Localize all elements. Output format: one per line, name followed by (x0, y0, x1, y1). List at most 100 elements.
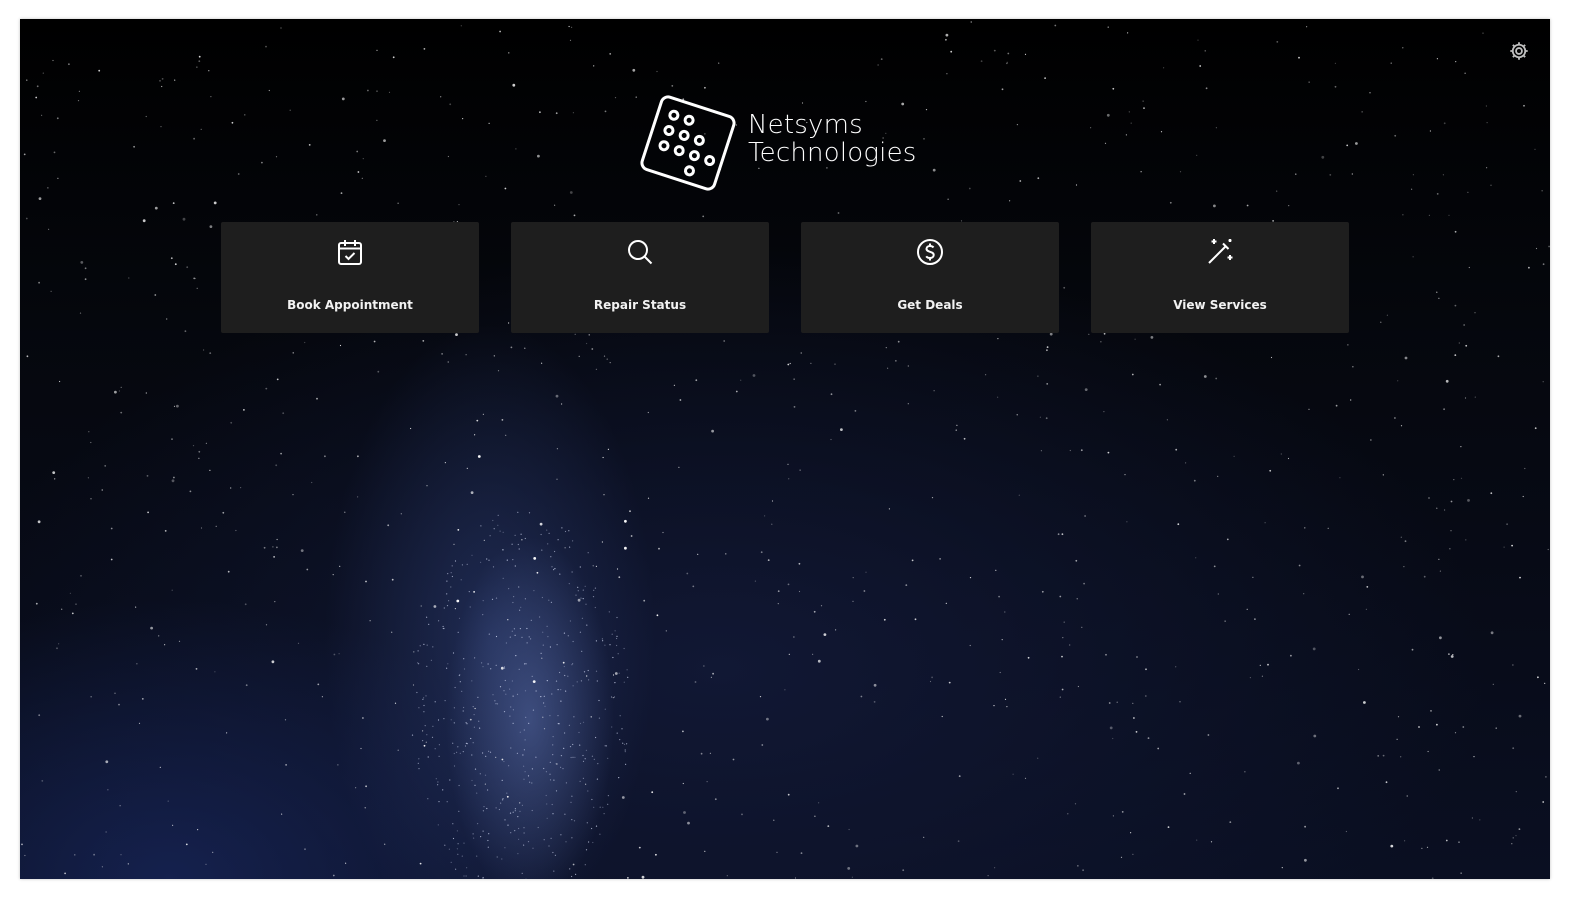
star (787, 463, 789, 465)
star (1503, 546, 1505, 548)
star (577, 598, 581, 602)
star (1541, 190, 1543, 192)
gear-icon[interactable] (1508, 40, 1530, 62)
star (36, 85, 39, 88)
star (599, 833, 601, 835)
repair-status-button[interactable]: Repair Status (511, 222, 769, 333)
star (1448, 653, 1450, 655)
star (35, 96, 38, 99)
star (1128, 111, 1130, 113)
star (531, 782, 533, 784)
star (503, 690, 505, 692)
star (77, 100, 80, 102)
star (1348, 613, 1350, 615)
star (593, 758, 595, 761)
star (56, 117, 59, 120)
star (174, 263, 177, 266)
star (173, 476, 175, 479)
star (1548, 245, 1550, 248)
star (709, 752, 712, 754)
star (369, 620, 371, 622)
star (344, 511, 346, 513)
view-services-button[interactable]: View Services (1091, 222, 1349, 333)
star (466, 743, 468, 745)
star (533, 557, 537, 560)
star (679, 399, 682, 401)
star (68, 63, 70, 66)
star (508, 52, 510, 54)
star (1061, 655, 1063, 658)
star (571, 795, 573, 797)
star (503, 760, 505, 763)
star (373, 340, 376, 343)
star (497, 514, 499, 516)
star (519, 810, 521, 813)
star (813, 610, 816, 613)
star (568, 25, 570, 28)
star (171, 438, 173, 440)
star (555, 394, 559, 398)
star (1041, 590, 1044, 593)
star (560, 766, 562, 768)
star (276, 378, 279, 381)
star (38, 281, 40, 284)
star (434, 748, 436, 750)
star (174, 79, 176, 81)
star (759, 696, 762, 698)
star (182, 217, 186, 221)
star (561, 403, 563, 405)
star (635, 96, 637, 98)
star (487, 789, 489, 791)
star (794, 877, 797, 879)
star (1361, 111, 1363, 113)
star (877, 64, 879, 66)
star (341, 97, 345, 101)
star (87, 477, 89, 479)
star (958, 775, 961, 777)
star (214, 671, 216, 673)
star (511, 543, 513, 545)
repair-status-label: Repair Status (593, 298, 687, 312)
star (90, 696, 92, 698)
star (504, 187, 507, 190)
star (1298, 56, 1300, 59)
star (1213, 204, 1216, 208)
star (632, 68, 636, 72)
star (598, 699, 600, 702)
star (483, 539, 485, 542)
star (616, 644, 618, 647)
star (1450, 500, 1453, 503)
star (127, 863, 129, 865)
star (1418, 726, 1420, 728)
star (455, 333, 458, 336)
star (524, 537, 526, 540)
star (422, 340, 425, 342)
star (423, 744, 426, 747)
star (1534, 148, 1536, 150)
star (231, 121, 234, 124)
book-appointment-button[interactable]: Book Appointment (221, 222, 479, 333)
star (171, 479, 175, 483)
star (453, 765, 456, 767)
star (337, 764, 339, 766)
star (1281, 867, 1283, 869)
star (1108, 702, 1111, 704)
star (897, 340, 900, 343)
star (478, 720, 480, 722)
star (514, 808, 516, 810)
star (227, 570, 230, 573)
star (1443, 122, 1446, 125)
star (482, 413, 484, 415)
star (1518, 714, 1522, 718)
star (1467, 499, 1470, 502)
star (422, 730, 424, 732)
get-deals-button[interactable]: Get Deals (801, 222, 1059, 333)
star (432, 725, 434, 727)
star (618, 576, 621, 579)
star (1402, 47, 1404, 49)
star (529, 781, 531, 783)
star (740, 379, 742, 381)
star (508, 588, 510, 590)
star (1150, 336, 1154, 339)
star (1385, 781, 1388, 784)
